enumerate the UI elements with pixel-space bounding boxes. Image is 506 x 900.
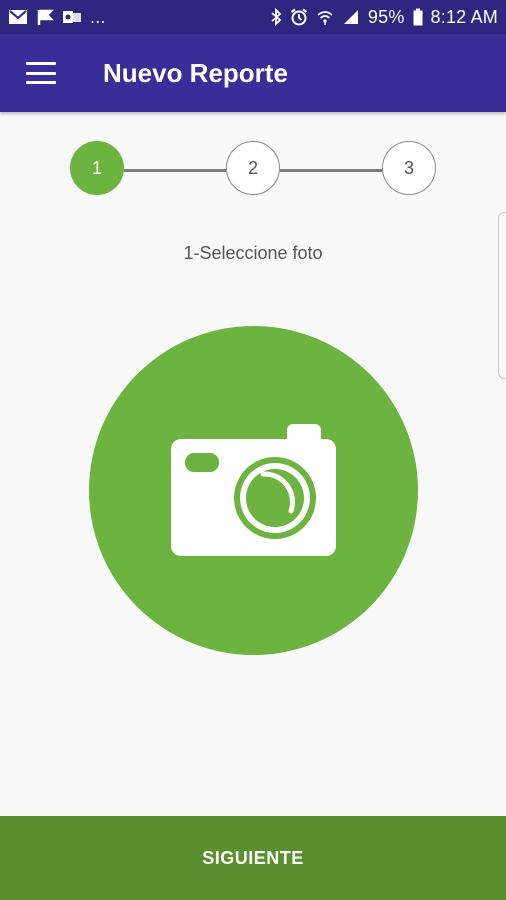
alarm-icon: [290, 8, 308, 26]
clock: 8:12 AM: [430, 6, 498, 27]
signal-icon: [342, 8, 360, 26]
step-3[interactable]: 3: [382, 141, 436, 195]
bluetooth-icon: [270, 8, 282, 26]
overflow-indicator: ...: [90, 6, 106, 27]
stepper: 1 2 3: [70, 141, 436, 199]
step-2[interactable]: 2: [226, 141, 280, 195]
battery-icon: [413, 8, 423, 26]
step-connector: [124, 169, 226, 172]
status-bar: ... 95% 8:12 AM: [0, 0, 506, 34]
gmail-icon: [8, 9, 28, 25]
page-title: Nuevo Reporte: [103, 57, 288, 88]
outlook-icon: [62, 9, 82, 25]
system-icons: 95% 8:12 AM: [270, 7, 498, 28]
select-photo-button[interactable]: [89, 326, 418, 655]
step-connector: [280, 169, 382, 172]
wifi-icon: [316, 8, 334, 26]
step-caption: 1-Seleccione foto: [183, 243, 323, 263]
camera-icon: [171, 424, 336, 556]
battery-percent: 95%: [367, 6, 405, 27]
flag-icon: [36, 8, 54, 26]
step-1[interactable]: 1: [70, 141, 124, 195]
edge-panel-handle[interactable]: [498, 212, 506, 379]
notification-icons: ...: [8, 7, 106, 28]
app-bar: Nuevo Reporte: [0, 34, 506, 112]
hamburger-menu-icon[interactable]: [26, 62, 56, 84]
next-button[interactable]: SIGUIENTE: [0, 816, 506, 900]
